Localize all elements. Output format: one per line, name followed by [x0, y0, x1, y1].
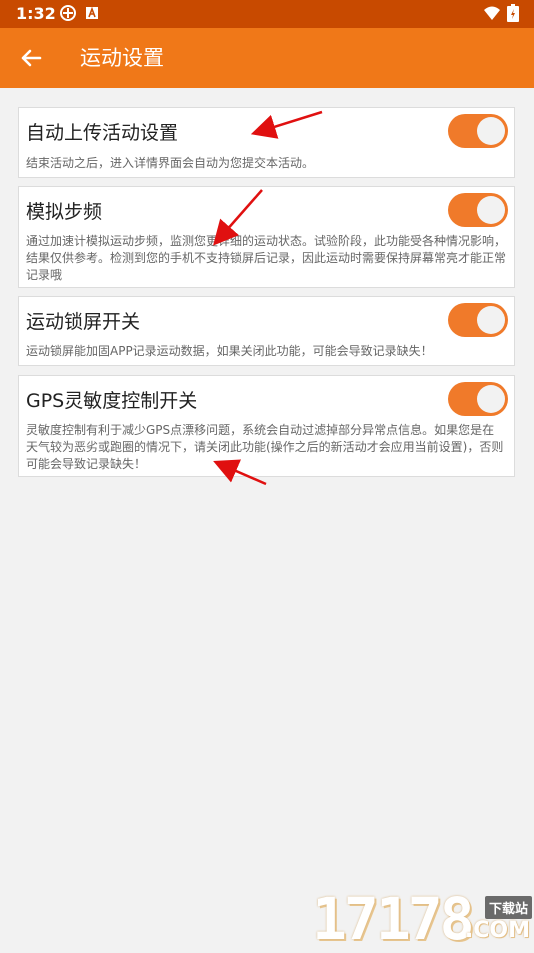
toggle-knob: [477, 385, 505, 413]
watermark-logo: 17178 下载站 .COM: [312, 888, 534, 950]
watermark-badge: 下载站: [484, 896, 532, 919]
setting-desc: 运动锁屏能加固APP记录运动数据，如果关闭此功能，可能会导致记录缺失！: [26, 344, 433, 358]
toggle-knob: [477, 196, 505, 224]
setting-card-auto-upload: 自动上传活动设置 结束活动之后，进入详情界面会自动为您提交本活动。: [18, 107, 515, 178]
watermark-suffix: .COM: [464, 918, 530, 943]
status-bar: 1:32: [0, 0, 534, 28]
font-notification-icon: [86, 6, 98, 19]
lock-screen-toggle[interactable]: [448, 303, 508, 337]
toggle-knob: [477, 117, 505, 145]
gps-sensitivity-toggle[interactable]: [448, 382, 508, 416]
setting-card-lock-screen: 运动锁屏开关 运动锁屏能加固APP记录运动数据，如果关闭此功能，可能会导致记录缺…: [18, 296, 515, 366]
battery-icon: [507, 4, 519, 22]
status-time: 1:32: [16, 4, 56, 23]
setting-title: 运动锁屏开关: [26, 311, 141, 333]
setting-card-gps-sensitivity: GPS灵敏度控制开关 灵敏度控制有利于减少GPS点漂移问题，系统会自动过滤掉部分…: [18, 375, 515, 477]
setting-title: 自动上传活动设置: [26, 122, 179, 144]
auto-upload-toggle[interactable]: [448, 114, 508, 148]
page-title: 运动设置: [80, 46, 164, 70]
simulated-cadence-toggle[interactable]: [448, 193, 508, 227]
back-arrow-icon[interactable]: [16, 43, 46, 73]
toolbar: 运动设置: [0, 28, 534, 88]
setting-desc: 通过加速计模拟运动步频，监测您更详细的运动状态。试验阶段，此功能受各种情况影响，…: [26, 234, 507, 282]
toggle-knob: [477, 306, 505, 334]
setting-desc: 灵敏度控制有利于减少GPS点漂移问题，系统会自动过滤掉部分异常点信息。如果您是在…: [26, 423, 504, 471]
app-notification-icon: [60, 5, 76, 21]
setting-title: 模拟步频: [26, 201, 103, 223]
setting-desc: 结束活动之后，进入详情界面会自动为您提交本活动。: [26, 156, 315, 170]
setting-card-simulated-cadence: 模拟步频 通过加速计模拟运动步频，监测您更详细的运动状态。试验阶段，此功能受各种…: [18, 186, 515, 288]
setting-title: GPS灵敏度控制开关: [26, 390, 198, 412]
watermark-number: 17178: [312, 885, 475, 953]
wifi-icon: [484, 6, 500, 20]
